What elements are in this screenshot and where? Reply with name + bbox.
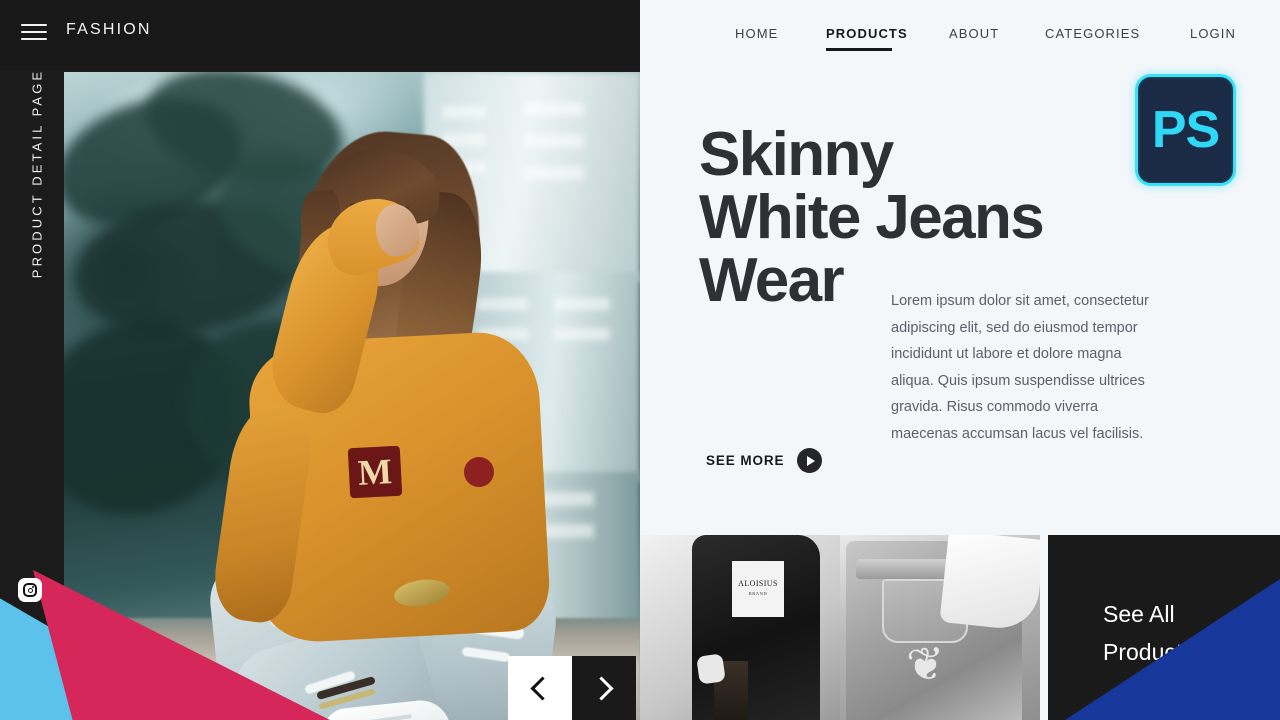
hamburger-icon[interactable] [21,21,47,43]
model-figure: M [64,72,640,720]
sweater-monogram: M [347,445,403,499]
instagram-glyph [23,583,37,597]
hoodie-print-sublabel: BRAND [748,591,768,596]
instagram-icon[interactable] [18,578,42,602]
nav-item-login[interactable]: LOGIN [1190,26,1236,41]
headline-line-2: White Jeans [699,183,1045,252]
nav-active-underline [826,48,892,51]
photoshop-badge-label: PS [1151,101,1220,159]
hamburger-bar [21,24,47,26]
page-side-label: PRODUCT DETAIL PAGE [29,68,45,279]
headline-line-1: Skinny [699,120,894,189]
nav-item-home[interactable]: HOME [735,26,778,41]
play-icon [797,448,823,473]
nav-item-products[interactable]: PRODUCTS [826,26,908,41]
hoodie-print-box [732,561,784,617]
thumbnail-hoodie[interactable]: ALOISIUS BRAND [640,535,840,720]
main-navigation: HOME PRODUCTS ABOUT CATEGORIES LOGIN [640,0,1280,66]
chevron-left-icon [530,675,555,701]
thumbnail-jeans[interactable]: ❦ [840,535,1040,720]
page-root: FASHION PRODUCT DETAIL PAGE M HOME PRODU… [0,0,1280,720]
photoshop-badge: PS [1135,74,1236,186]
product-description: Lorem ipsum dolor sit amet, consectetur … [891,293,1149,442]
chevron-right-icon [589,675,614,701]
hero-product-image[interactable]: M [64,72,640,720]
carousel-next-button[interactable] [572,656,636,720]
carousel-prev-button[interactable] [508,656,572,720]
hamburger-bar [21,31,47,33]
see-more-label: SEE MORE [706,453,785,468]
page-title: Skinny White Jeans Wear [699,123,1139,312]
denim-shirt [939,535,1040,632]
see-more-button[interactable]: SEE MORE [706,448,823,473]
brand-logo[interactable]: FASHION [66,21,152,39]
hoodie-hand [696,653,726,685]
carousel-controls [508,656,636,720]
nav-item-about[interactable]: ABOUT [949,26,999,41]
hamburger-bar [21,38,47,40]
nav-item-categories[interactable]: CATEGORIES [1045,26,1140,41]
denim-ornament: ❦ [904,637,947,692]
hoodie-print-label: ALOISIUS [738,579,778,588]
